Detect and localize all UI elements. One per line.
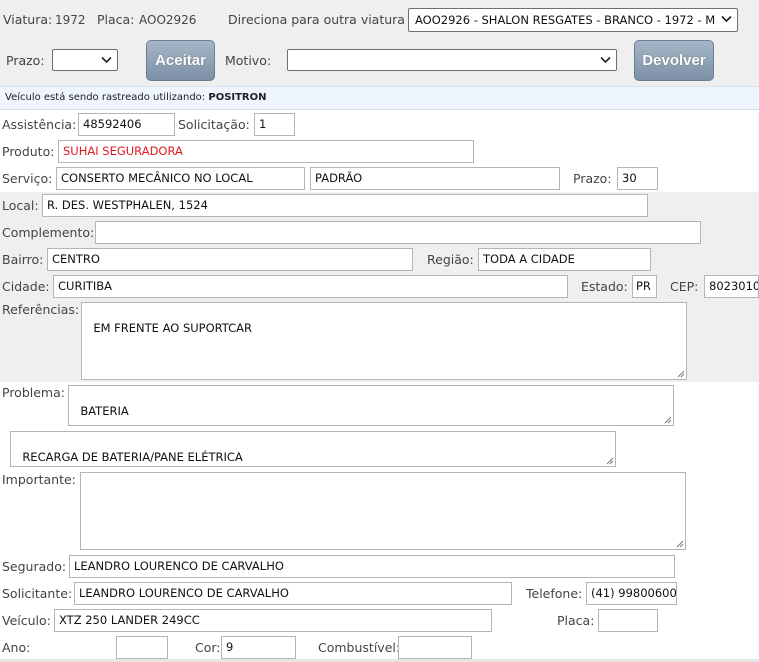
cep-field[interactable]: 80230100: [704, 275, 759, 298]
tracking-notice: Veículo está sendo rastreado utilizando:…: [0, 86, 759, 110]
telefone-label: Telefone:: [526, 586, 583, 601]
cor-field[interactable]: 9: [221, 636, 296, 659]
problema-detalhe-textarea[interactable]: RECARGA DE BATERIA/PANE ELÉTRICA: [10, 431, 616, 467]
viatura-label: Viatura:: [3, 12, 53, 27]
placa-header-value: AOO2926: [139, 13, 197, 27]
importante-label: Importante:: [2, 472, 76, 487]
servico-prazo-label: Prazo:: [573, 171, 612, 186]
referencias-value: EM FRENTE AO SUPORTCAR: [93, 321, 253, 335]
bairro-label: Bairro:: [2, 252, 44, 267]
cor-label: Cor:: [195, 640, 221, 655]
referencias-textarea[interactable]: EM FRENTE AO SUPORTCAR: [81, 302, 687, 380]
motivo-label: Motivo:: [225, 53, 272, 68]
problema-detalhe-value: RECARGA DE BATERIA/PANE ELÉTRICA: [22, 450, 243, 464]
direciona-select[interactable]: AOO2926 - SHALON RESGATES - BRANCO - 197…: [408, 8, 738, 32]
aceitar-button[interactable]: Aceitar: [146, 40, 215, 81]
chevron-down-icon: [600, 56, 611, 64]
tracking-provider: POSITRON: [208, 92, 267, 103]
prazo-label: Prazo:: [6, 53, 45, 68]
local-field[interactable]: R. DES. WESTPHALEN, 1524: [42, 194, 648, 217]
direciona-label: Direciona para outra viatura: [228, 12, 405, 27]
solicitacao-field[interactable]: 1: [254, 113, 295, 136]
chevron-down-icon: [101, 56, 112, 64]
ano-field[interactable]: [116, 636, 168, 659]
assistencia-field[interactable]: 48592406: [78, 113, 175, 136]
veiculo-field[interactable]: XTZ 250 LANDER 249CC: [54, 609, 492, 632]
local-label: Local:: [2, 198, 39, 213]
devolver-button[interactable]: Devolver: [634, 40, 714, 81]
viatura-value: 1972: [55, 13, 86, 27]
servico-prazo-field[interactable]: 30: [617, 167, 658, 190]
solicitante-label: Solicitante:: [2, 586, 73, 601]
placa-field[interactable]: [598, 609, 658, 632]
assistencia-label: Assistência:: [2, 117, 77, 132]
servico-tipo-field[interactable]: PADRÃO: [310, 167, 560, 190]
resize-grip-icon[interactable]: [606, 457, 614, 465]
solicitacao-label: Solicitação:: [178, 117, 250, 132]
tracking-text: Veículo está sendo rastreado utilizando:: [5, 92, 206, 103]
importante-textarea[interactable]: [80, 472, 686, 550]
resize-grip-icon[interactable]: [664, 416, 672, 424]
servico-label: Serviço:: [2, 171, 53, 186]
regiao-label: Região:: [427, 252, 474, 267]
estado-field[interactable]: PR: [632, 275, 657, 298]
produto-label: Produto:: [2, 144, 55, 159]
chevron-down-icon: [721, 15, 732, 23]
telefone-field[interactable]: (41) 998006009: [586, 582, 677, 605]
resize-grip-icon[interactable]: [677, 370, 685, 378]
problema-value: BATERIA: [80, 404, 129, 418]
motivo-select[interactable]: [287, 49, 617, 71]
estado-label: Estado:: [581, 279, 628, 294]
placa-label: Placa:: [557, 613, 595, 628]
ano-label: Ano:: [2, 640, 31, 655]
placa-header-label: Placa:: [97, 12, 135, 27]
regiao-field[interactable]: TODA A CIDADE: [478, 248, 651, 271]
problema-label: Problema:: [2, 385, 65, 400]
combustivel-field[interactable]: [398, 636, 472, 659]
cidade-label: Cidade:: [2, 279, 50, 294]
cep-label: CEP:: [670, 279, 699, 294]
produto-field[interactable]: SUHAI SEGURADORA: [58, 140, 474, 163]
servico-field[interactable]: CONSERTO MECÂNICO NO LOCAL: [56, 167, 305, 190]
resize-grip-icon[interactable]: [676, 540, 684, 548]
referencias-label: Referências:: [2, 302, 80, 317]
bairro-field[interactable]: CENTRO: [47, 248, 413, 271]
problema-textarea[interactable]: BATERIA: [68, 385, 674, 426]
segurado-label: Segurado:: [2, 559, 67, 574]
prazo-select[interactable]: [52, 49, 118, 71]
combustivel-label: Combustível:: [318, 640, 401, 655]
complemento-label: Complemento:: [2, 225, 95, 240]
segurado-field[interactable]: LEANDRO LOURENCO DE CARVALHO: [69, 555, 675, 578]
veiculo-label: Veículo:: [2, 613, 51, 628]
complemento-field[interactable]: [95, 221, 701, 244]
direciona-select-value: AOO2926 - SHALON RESGATES - BRANCO - 197…: [415, 13, 732, 27]
cidade-field[interactable]: CURITIBA: [53, 275, 568, 298]
solicitante-field[interactable]: LEANDRO LOURENCO DE CARVALHO: [74, 582, 512, 605]
